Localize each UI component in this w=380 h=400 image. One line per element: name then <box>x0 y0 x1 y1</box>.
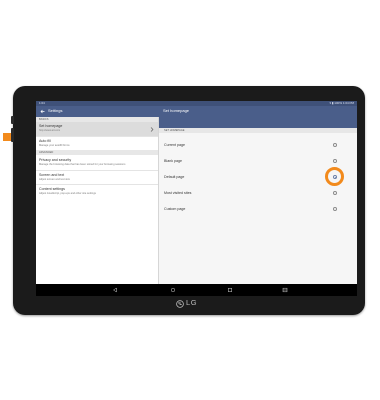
option-blank-page[interactable]: Blank page <box>159 155 357 167</box>
option-label: Current page <box>164 143 185 147</box>
item-title: Set homepage <box>39 124 63 128</box>
item-title: Screen and text <box>39 173 65 177</box>
volume-button <box>11 116 14 124</box>
item-subtitle: Manage your autofill forms <box>39 143 70 147</box>
section-header-set-homepage: SET HOMEPAGE <box>159 128 357 133</box>
dual-window-icon[interactable] <box>282 287 288 293</box>
settings-list: BASICS Set homepage http://www.att.com A… <box>36 117 159 284</box>
item-subtitle: Adjust screen and text size <box>39 177 70 181</box>
option-most-visited[interactable]: Most visited sites <box>159 187 357 199</box>
settings-toolbar: Settings <box>36 106 159 117</box>
highlight-circle <box>325 167 344 186</box>
settings-item-set-homepage[interactable]: Set homepage http://www.att.com <box>36 122 158 136</box>
radio-button[interactable] <box>333 207 337 211</box>
settings-item-privacy[interactable]: Privacy and security Manage the browsing… <box>36 156 158 170</box>
side-button <box>11 128 14 142</box>
option-custom-page[interactable]: Custom page <box>159 203 357 215</box>
radio-button[interactable] <box>333 191 337 195</box>
settings-item-content[interactable]: Content settings Adjust JavaScript, pop-… <box>36 185 158 199</box>
homepage-title: Set homepage <box>163 108 190 114</box>
navigation-bar <box>36 284 357 296</box>
item-subtitle: Manage the browsing data that has been s… <box>39 162 126 166</box>
lg-face-icon <box>176 299 184 308</box>
item-title: Privacy and security <box>39 158 72 162</box>
brand-logo: LG <box>173 298 209 308</box>
item-title: Content settings <box>39 187 65 191</box>
chevron-right-icon <box>150 126 154 132</box>
item-subtitle: Adjust JavaScript, pop-ups and other sit… <box>39 191 96 195</box>
device-screen: 1:04 ▾ ▮ 100% 1:04 PM Settings Set homep… <box>36 101 357 296</box>
radio-button[interactable] <box>333 143 337 147</box>
section-header-advanced: ADVANCED <box>36 150 158 155</box>
back-arrow-icon[interactable] <box>40 109 45 114</box>
item-title: Auto fill <box>39 139 51 143</box>
settings-item-auto-fill[interactable]: Auto fill Manage your autofill forms <box>36 137 158 149</box>
settings-title: Settings <box>48 108 63 114</box>
back-triangle-icon[interactable] <box>112 287 118 293</box>
option-label: Blank page <box>164 159 182 163</box>
option-label: Default page <box>164 175 185 179</box>
logo-text: LG <box>186 298 198 307</box>
option-label: Custom page <box>164 207 186 211</box>
settings-item-screen-text[interactable]: Screen and text Adjust screen and text s… <box>36 171 158 184</box>
option-current-page[interactable]: Current page <box>159 139 357 151</box>
recent-apps-icon[interactable] <box>227 287 233 293</box>
option-label: Most visited sites <box>164 191 192 195</box>
tablet-device: 1:04 ▾ ▮ 100% 1:04 PM Settings Set homep… <box>11 86 365 315</box>
home-circle-icon[interactable] <box>170 287 176 293</box>
homepage-toolbar: Set homepage <box>159 106 357 128</box>
item-subtitle: http://www.att.com <box>39 128 61 132</box>
homepage-options: SET HOMEPAGE Current page Blank page Def… <box>159 128 357 284</box>
radio-button[interactable] <box>333 159 337 163</box>
